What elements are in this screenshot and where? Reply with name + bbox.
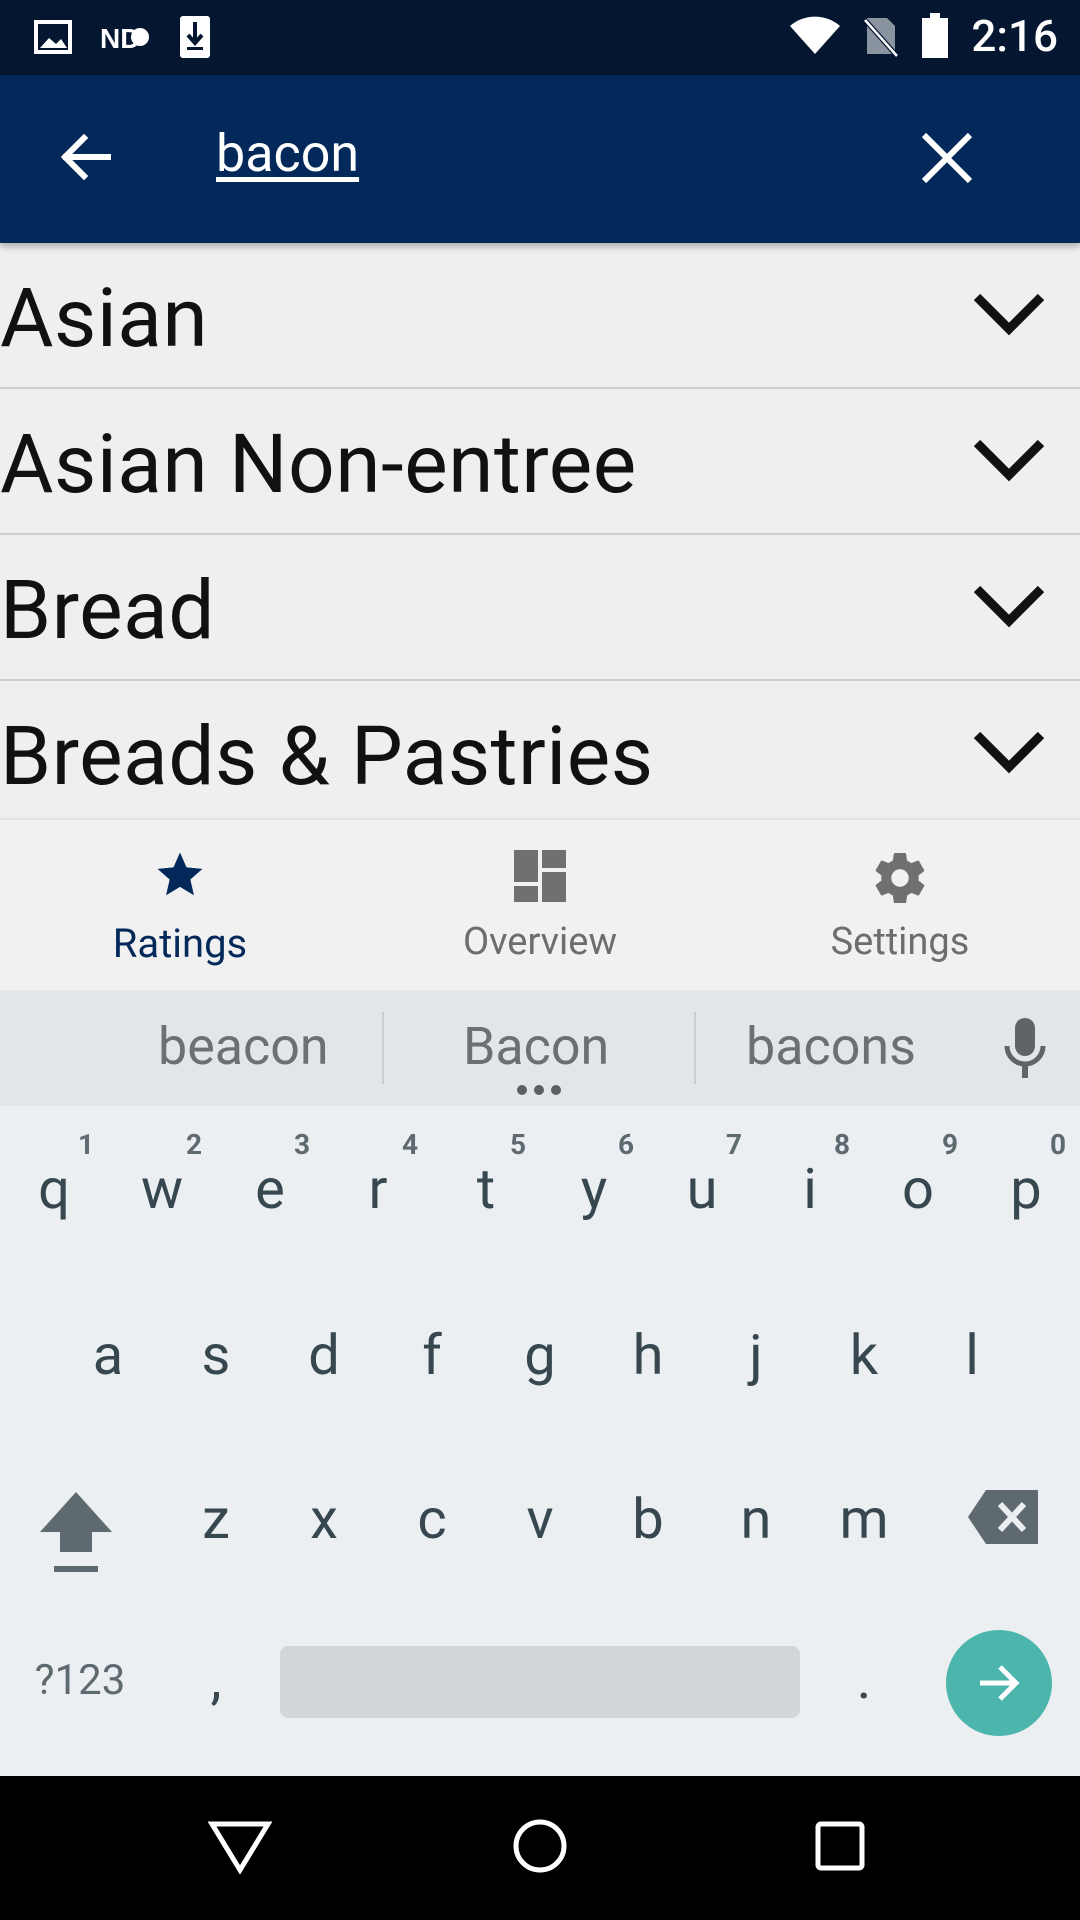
battery-icon <box>922 13 949 58</box>
key-d[interactable]: d <box>284 1322 364 1388</box>
backspace-icon[interactable] <box>966 1488 1042 1546</box>
key-s[interactable]: s <box>176 1322 256 1388</box>
suggestion-item[interactable]: beacon <box>158 1016 329 1077</box>
wifi-icon <box>790 16 841 54</box>
chevron-down-icon[interactable] <box>972 435 1046 485</box>
microphone-icon[interactable] <box>1002 1016 1048 1082</box>
category-label: Asian <box>0 271 209 367</box>
shift-icon[interactable] <box>36 1486 116 1578</box>
category-label: Breads & Pastries <box>0 709 654 805</box>
suggestion-item[interactable]: Bacon <box>463 1016 609 1077</box>
key-n[interactable]: n <box>716 1486 796 1552</box>
home-circle-icon[interactable] <box>512 1818 568 1874</box>
key-j[interactable]: j <box>716 1322 796 1388</box>
category-row-breads-pastries[interactable]: Breads & Pastries <box>0 681 1080 818</box>
category-row-asian[interactable]: Asian <box>0 243 1080 389</box>
arrow-right-icon <box>980 1665 1020 1701</box>
key-z[interactable]: z <box>176 1486 256 1552</box>
divider <box>382 1012 384 1084</box>
key-comma[interactable]: , <box>176 1646 256 1712</box>
key-p[interactable]: p <box>986 1156 1066 1222</box>
key-e[interactable]: e <box>230 1156 310 1222</box>
key-t[interactable]: t <box>446 1156 526 1222</box>
key-f[interactable]: f <box>392 1322 472 1388</box>
key-x[interactable]: x <box>284 1486 364 1552</box>
chevron-down-icon[interactable] <box>972 289 1046 339</box>
key-period[interactable]: . <box>824 1646 904 1712</box>
chevron-down-icon[interactable] <box>972 727 1046 777</box>
key-y[interactable]: y <box>554 1156 634 1222</box>
dashboard-icon <box>514 850 566 902</box>
close-icon[interactable] <box>918 129 976 187</box>
key-k[interactable]: k <box>824 1322 904 1388</box>
key-q[interactable]: q <box>14 1156 94 1222</box>
nav-item-ratings[interactable]: Ratings <box>0 820 360 992</box>
nav-item-settings[interactable]: Settings <box>720 820 1080 992</box>
back-triangle-icon[interactable] <box>208 1820 272 1874</box>
search-input[interactable]: bacon <box>216 123 359 184</box>
nav-item-label: Settings <box>830 920 970 964</box>
category-label: Bread <box>0 563 215 659</box>
space-bar[interactable] <box>280 1646 800 1718</box>
bottom-navigation: Ratings Overview Settings <box>0 818 1080 990</box>
download-icon <box>180 16 210 58</box>
key-c[interactable]: c <box>392 1486 472 1552</box>
category-row-bread[interactable]: Bread <box>0 535 1080 681</box>
more-suggestions-icon[interactable] <box>516 1084 562 1096</box>
key-w[interactable]: w <box>122 1156 202 1222</box>
category-row-asian-non-entree[interactable]: Asian Non-entree <box>0 389 1080 535</box>
key-h[interactable]: h <box>608 1322 688 1388</box>
soft-keyboard: 1 2 3 4 5 6 7 8 9 0 q w e r t y u i o p … <box>0 1106 1080 1776</box>
status-bar: ND 2:16 <box>0 0 1080 75</box>
divider <box>694 1012 696 1084</box>
nav-item-overview[interactable]: Overview <box>360 820 720 992</box>
chevron-down-icon[interactable] <box>972 581 1046 631</box>
recents-square-icon[interactable] <box>814 1820 866 1872</box>
key-l[interactable]: l <box>932 1322 1012 1388</box>
category-label: Asian Non-entree <box>0 417 637 513</box>
go-button[interactable] <box>946 1630 1052 1736</box>
no-sim-icon <box>863 18 900 58</box>
key-u[interactable]: u <box>662 1156 742 1222</box>
key-m[interactable]: m <box>824 1486 904 1552</box>
key-b[interactable]: b <box>608 1486 688 1552</box>
gear-icon <box>875 853 925 904</box>
nd-icon: ND <box>100 23 149 54</box>
arrow-left-icon[interactable] <box>56 127 116 187</box>
key-a[interactable]: a <box>68 1322 148 1388</box>
nav-item-label: Ratings <box>112 920 248 967</box>
nav-item-label: Overview <box>462 920 618 964</box>
key-v[interactable]: v <box>500 1486 580 1552</box>
system-navigation-bar <box>0 1776 1080 1920</box>
image-icon <box>34 20 72 54</box>
category-list: Asian Asian Non-entree Bread Breads & Pa… <box>0 243 1080 818</box>
symbols-key[interactable]: ?123 <box>20 1656 140 1705</box>
search-app-bar: bacon <box>0 75 1080 243</box>
star-icon <box>157 852 203 896</box>
suggestion-strip: beacon Bacon bacons <box>0 990 1080 1106</box>
key-r[interactable]: r <box>338 1156 418 1222</box>
key-i[interactable]: i <box>770 1156 850 1222</box>
status-time: 2:16 <box>971 10 1058 62</box>
key-g[interactable]: g <box>500 1322 580 1388</box>
key-o[interactable]: o <box>878 1156 958 1222</box>
suggestion-item[interactable]: bacons <box>746 1016 916 1077</box>
